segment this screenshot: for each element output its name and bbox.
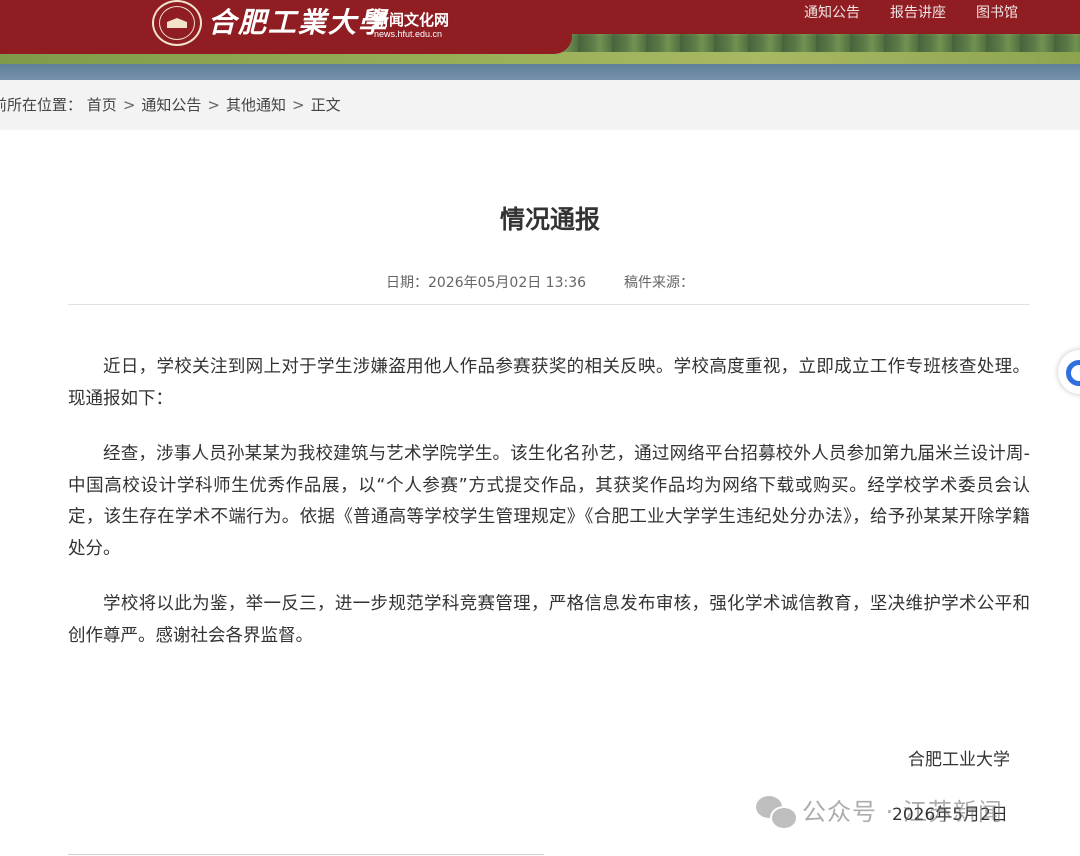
nav-library[interactable]: 图书馆 bbox=[976, 4, 1018, 22]
article-date: 日期：2026年05月02日 13:36 bbox=[385, 275, 587, 291]
breadcrumb-other-notices[interactable]: 其他通知 bbox=[226, 96, 286, 114]
article-paragraph: 经查，涉事人员孙某某为我校建筑与艺术学院学生。该生化名孙艺，通过网络平台招募校外… bbox=[68, 444, 1030, 559]
nav-lectures[interactable]: 报告讲座 bbox=[890, 4, 946, 22]
breadcrumb-current: 正文 bbox=[310, 96, 341, 114]
breadcrumb-prefix: 前所在位置： bbox=[0, 96, 83, 114]
breadcrumb: 前所在位置： 首页 > 通知公告 > 其他通知 > 正文 bbox=[0, 95, 341, 115]
nav-notices[interactable]: 通知公告 bbox=[804, 4, 860, 22]
seal-inner bbox=[159, 6, 195, 40]
article-body: 近日，学校关注到网上对于学生涉嫌盗用他人作品参赛获奖的相关反映。学校高度重视，立… bbox=[68, 352, 1030, 676]
site-url: news.hfut.edu.cn bbox=[374, 29, 443, 39]
signature-org: 合肥工业大学 bbox=[908, 750, 1010, 770]
top-nav: 通知公告 报告讲座 图书馆 bbox=[804, 4, 1018, 22]
bottom-divider bbox=[68, 854, 544, 855]
article-meta: 日期：2026年05月02日 13:36 稿件来源： bbox=[0, 273, 1080, 293]
site-header: 合肥工業大學 新闻文化网 news.hfut.edu.cn 通知公告 报告讲座 … bbox=[0, 0, 1080, 80]
article-paragraph: 近日，学校关注到网上对于学生涉嫌盗用他人作品参赛获奖的相关反映。学校高度重视，立… bbox=[68, 357, 1030, 409]
circle-icon bbox=[1066, 360, 1080, 386]
breadcrumb-home[interactable]: 首页 bbox=[87, 96, 117, 114]
building-icon bbox=[167, 18, 187, 28]
breadcrumb-separator: > bbox=[122, 96, 136, 114]
title-divider bbox=[68, 304, 1030, 305]
watermark-text: 公众号 · 江苏新闻 bbox=[802, 798, 1003, 826]
watermark: 公众号 · 江苏新闻 bbox=[756, 796, 1003, 830]
breadcrumb-bar: 前所在位置： 首页 > 通知公告 > 其他通知 > 正文 bbox=[0, 80, 1080, 130]
breadcrumb-separator: > bbox=[292, 96, 305, 114]
article-source: 稿件来源： bbox=[624, 275, 695, 291]
article-title: 情况通报 bbox=[499, 205, 600, 234]
header-water bbox=[0, 64, 1080, 80]
breadcrumb-separator: > bbox=[207, 96, 220, 114]
wechat-icon bbox=[756, 796, 798, 830]
site-name-logo[interactable]: 新闻文化网 news.hfut.edu.cn bbox=[374, 12, 449, 40]
breadcrumb-notices[interactable]: 通知公告 bbox=[141, 96, 201, 114]
article-paragraph: 学校将以此为鉴，举一反三，进一步规范学科竞赛管理，严格信息发布审核，强化学术诚信… bbox=[68, 594, 1030, 646]
site-name: 新闻文化网 bbox=[374, 11, 450, 29]
school-name-logo[interactable]: 合肥工業大學 bbox=[208, 6, 388, 40]
school-seal-icon[interactable] bbox=[152, 0, 202, 46]
floating-side-widget[interactable] bbox=[1058, 350, 1080, 394]
